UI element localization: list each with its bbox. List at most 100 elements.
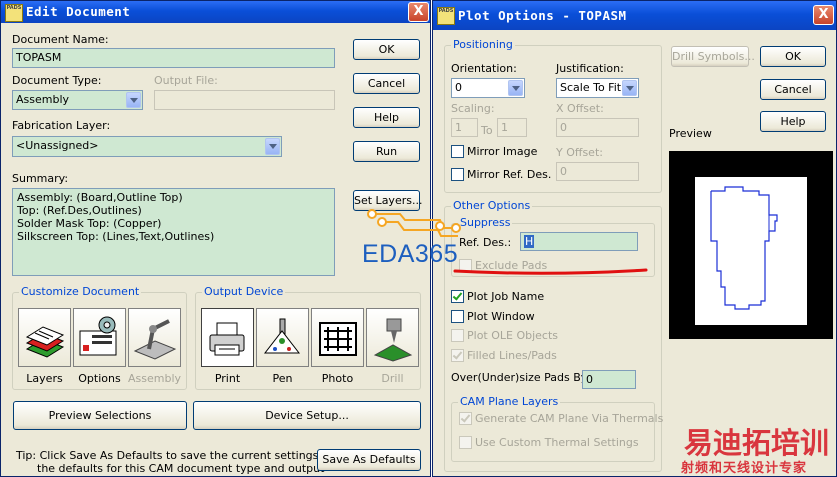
preview-pane [669,151,833,339]
orientation-select[interactable]: 0 [451,78,525,98]
fabrication-layer-select[interactable]: <Unassigned> [12,136,282,157]
positioning-title: Positioning [451,38,515,51]
fabrication-layer-label: Fabrication Layer: [12,119,111,132]
options-label: Options [78,372,121,385]
cancel-button[interactable]: Cancel [353,73,420,94]
document-name-field[interactable]: TOPASM [12,48,335,68]
scaling-to-label: To [481,124,493,137]
layers-button[interactable] [18,308,71,367]
help-button[interactable]: Help [353,107,420,128]
chevron-down-icon[interactable] [265,138,280,155]
set-layers-button[interactable]: Set Layers... [353,190,422,211]
drill-label: Drill [381,372,404,385]
scaling-to-field[interactable]: 1 [497,118,527,137]
print-label: Print [214,372,241,385]
summary-line: Assembly: (Board,Outline Top) [17,191,183,204]
edit-document-title-bar[interactable]: PADS Edit Document X [1,1,430,23]
photo-button[interactable] [311,308,364,367]
document-type-select[interactable]: Assembly [12,90,143,110]
scaling-label: Scaling: [451,102,495,115]
drill-button[interactable] [366,308,419,367]
summary-line: Solder Mask Top: (Copper) [17,217,162,230]
plot-options-title-bar[interactable]: PADS Plot Options - TOPASM X [433,1,836,30]
generate-cam-plane-label: Generate CAM Plane Via Thermals [475,412,664,425]
plot-job-name-checkbox[interactable] [451,290,464,303]
run-button[interactable]: Run [353,141,420,162]
scaling-from-field[interactable]: 1 [451,118,478,137]
board-outline-preview [695,177,807,325]
justification-label: Justification: [556,62,624,75]
mirror-image-checkbox[interactable] [451,145,464,158]
eda365-watermark: EDA365 [362,240,459,268]
pen-label: Pen [272,372,293,385]
fabrication-layer-value: <Unassigned> [16,139,99,152]
other-options-title: Other Options [451,199,533,212]
output-device-title: Output Device [202,285,286,298]
pen-button[interactable] [256,308,309,367]
plot-job-name-label[interactable]: Plot Job Name [467,290,544,303]
ref-des-field[interactable]: H [520,232,638,251]
chevron-down-icon[interactable] [622,80,637,96]
mirror-ref-des-checkbox[interactable] [451,168,464,181]
plot-options-title: Plot Options - TOPASM [458,8,627,23]
assembly-label: Assembly [128,372,182,385]
preview-selections-button[interactable]: Preview Selections [13,401,187,430]
oversize-pads-field[interactable]: 0 [582,370,636,389]
filled-lines-pads-label: Filled Lines/Pads [467,349,557,362]
filled-lines-pads-checkbox[interactable] [451,349,464,362]
assembly-button[interactable] [128,308,181,367]
plot-window-label[interactable]: Plot Window [467,310,535,323]
photo-film-icon [319,322,357,356]
cn-training-subtitle: 射频和天线设计专家 [681,461,808,476]
plot-ok-button[interactable]: OK [760,46,826,67]
justification-select[interactable]: Scale To Fit [556,78,639,98]
justification-value: Scale To Fit [560,81,622,94]
plot-ole-objects-checkbox[interactable] [451,329,464,342]
edit-document-title: Edit Document [26,4,131,19]
edit-document-close-button[interactable]: X [408,2,429,22]
options-button[interactable] [73,308,126,367]
edit-document-dialog: PADS Edit Document X Document Name: TOPA… [0,0,431,477]
chevron-down-icon[interactable] [126,92,141,108]
exclude-pads-checkbox[interactable] [459,259,472,272]
drill-icon [373,318,413,362]
pads-app-icon: PADS [437,7,455,25]
tip-text-line-1: Tip: Click Save As Defaults to save the … [16,449,335,462]
layers-label: Layers [26,372,63,385]
assembly-robot-icon [133,319,177,360]
output-file-field[interactable] [154,90,335,110]
plot-cancel-button[interactable]: Cancel [760,79,826,100]
cam-plane-title: CAM Plane Layers [458,395,561,408]
layers-icon [25,326,65,358]
photo-label: Photo [321,372,354,385]
document-type-label: Document Type: [12,74,102,87]
x-offset-field[interactable]: 0 [556,118,639,137]
generate-cam-plane-checkbox[interactable] [459,412,472,425]
y-offset-field[interactable]: 0 [556,162,639,181]
options-icon [79,316,117,356]
use-custom-thermal-checkbox[interactable] [459,436,472,449]
pads-app-icon: PADS [5,4,23,22]
print-button[interactable] [201,308,254,367]
mirror-image-label[interactable]: Mirror Image [467,145,537,158]
ok-button[interactable]: OK [353,39,420,60]
chevron-down-icon[interactable] [508,80,523,96]
plot-options-dialog: PADS Plot Options - TOPASM X Positioning… [432,0,837,477]
plot-options-close-button[interactable]: X [813,5,834,25]
cam-plane-group: CAM Plane Layers [451,395,655,462]
tip-text-line-2: the defaults for this CAM document type … [37,462,325,475]
drill-symbols-button[interactable]: Drill Symbols... [671,46,755,67]
device-setup-button[interactable]: Device Setup... [193,401,421,430]
plot-help-button[interactable]: Help [760,111,826,132]
output-file-label: Output File: [154,74,218,87]
plot-ole-objects-label: Plot OLE Objects [467,329,559,342]
orientation-label: Orientation: [451,62,517,75]
customize-document-title: Customize Document [19,285,142,298]
plot-window-checkbox[interactable] [451,310,464,323]
y-offset-label: Y Offset: [556,146,603,159]
save-as-defaults-button[interactable]: Save As Defaults [317,449,421,471]
exclude-pads-label: Exclude Pads [475,259,548,272]
ref-des-value: H [524,235,535,248]
x-offset-label: X Offset: [556,102,604,115]
mirror-ref-des-label[interactable]: Mirror Ref. Des. [467,168,551,181]
